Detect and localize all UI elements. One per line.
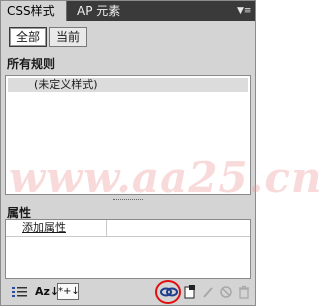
rules-list[interactable]: (未定义样式): [5, 75, 251, 195]
edit-style-icon[interactable]: [201, 284, 215, 300]
panel-tab-bar: CSS样式 AP 元素 ▼≡: [1, 1, 255, 21]
add-property-link[interactable]: 添加属性: [22, 220, 66, 236]
properties-grid: 添加属性: [5, 219, 251, 279]
css-styles-panel: CSS样式 AP 元素 ▼≡ 全部 当前 所有规则 (未定义样式) 属性 添加属…: [0, 0, 320, 306]
panel-splitter[interactable]: [5, 197, 251, 203]
alphabetical-view-icon[interactable]: Az↓: [35, 284, 59, 300]
splitter-grip-icon: [113, 199, 143, 202]
highlight-circle: [155, 280, 181, 304]
bottom-toolbar: Az↓ *+↓: [1, 279, 255, 305]
all-mode-button[interactable]: 全部: [9, 27, 47, 47]
tab-ap-elements[interactable]: AP 元素: [71, 1, 131, 21]
set-properties-view-button[interactable]: *+↓: [57, 283, 80, 300]
current-mode-button[interactable]: 当前: [49, 27, 87, 47]
column-divider: [106, 220, 107, 236]
new-css-rule-icon[interactable]: [183, 284, 197, 300]
tab-css-styles[interactable]: CSS样式: [1, 1, 67, 21]
panel-options-menu-icon[interactable]: ▼≡: [237, 4, 251, 18]
delete-css-rule-icon[interactable]: [237, 284, 251, 300]
set-properties-view-icon: *+↓: [58, 286, 80, 297]
disable-css-property-icon[interactable]: [219, 284, 233, 300]
category-view-icon[interactable]: [11, 284, 29, 300]
all-rules-header: 所有规则: [5, 55, 251, 73]
property-row: 添加属性: [6, 220, 250, 237]
rule-item[interactable]: (未定义样式): [8, 78, 248, 92]
